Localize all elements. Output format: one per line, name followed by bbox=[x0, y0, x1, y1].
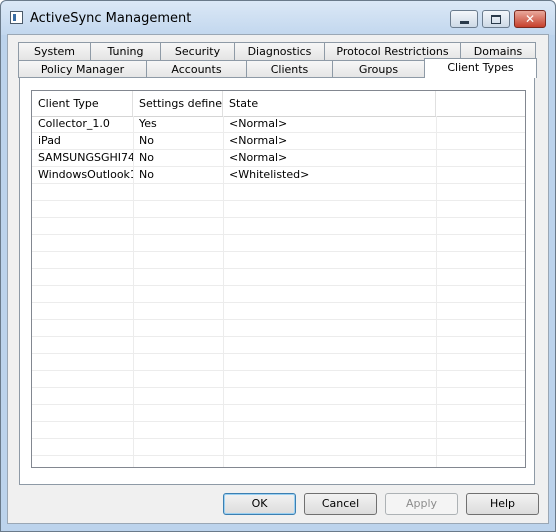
window-title: ActiveSync Management bbox=[30, 11, 192, 26]
empty-row bbox=[32, 269, 525, 286]
column-header-client-type[interactable]: Client Type bbox=[32, 91, 133, 116]
empty-row bbox=[32, 371, 525, 388]
tab-system[interactable]: System bbox=[18, 42, 91, 60]
title-bar[interactable]: ActiveSync Management ✕ bbox=[1, 1, 555, 35]
column-header-filler bbox=[436, 91, 525, 116]
table-row[interactable]: iPad No <Normal> bbox=[32, 133, 525, 150]
minimize-icon bbox=[459, 20, 469, 24]
cell-settings-defined: Yes bbox=[139, 117, 157, 130]
empty-row bbox=[32, 388, 525, 405]
table-row[interactable]: SAMSUNGSGHI747 No <Normal> bbox=[32, 150, 525, 167]
empty-row bbox=[32, 252, 525, 269]
maximize-icon bbox=[491, 14, 501, 24]
empty-row bbox=[32, 286, 525, 303]
table-row[interactable]: Collector_1.0 Yes <Normal> bbox=[32, 116, 525, 133]
app-icon bbox=[10, 11, 23, 24]
client-types-list[interactable]: Client Type Settings defined State Colle… bbox=[31, 90, 526, 468]
cell-client-type: SAMSUNGSGHI747 bbox=[38, 151, 133, 164]
column-header-settings-defined[interactable]: Settings defined bbox=[133, 91, 223, 116]
apply-button[interactable]: Apply bbox=[385, 493, 458, 515]
cell-state: <Normal> bbox=[229, 134, 288, 147]
close-button[interactable]: ✕ bbox=[514, 10, 546, 28]
ok-button[interactable]: OK bbox=[223, 493, 296, 515]
cell-client-type: WindowsOutlook15 bbox=[38, 168, 133, 181]
column-header-state[interactable]: State bbox=[223, 91, 436, 116]
cell-settings-defined: No bbox=[139, 168, 154, 181]
cell-settings-defined: No bbox=[139, 134, 154, 147]
tab-policy-manager[interactable]: Policy Manager bbox=[18, 60, 147, 78]
empty-row bbox=[32, 184, 525, 201]
close-icon: ✕ bbox=[524, 12, 536, 26]
minimize-button[interactable] bbox=[450, 10, 478, 28]
help-button[interactable]: Help bbox=[466, 493, 539, 515]
empty-row bbox=[32, 320, 525, 337]
cell-state: <Normal> bbox=[229, 151, 288, 164]
empty-row bbox=[32, 354, 525, 371]
tab-accounts[interactable]: Accounts bbox=[146, 60, 247, 78]
cancel-button[interactable]: Cancel bbox=[304, 493, 377, 515]
maximize-button[interactable] bbox=[482, 10, 510, 28]
tab-client-types[interactable]: Client Types bbox=[424, 58, 537, 78]
tab-groups[interactable]: Groups bbox=[332, 60, 425, 78]
empty-row bbox=[32, 201, 525, 218]
empty-row bbox=[32, 422, 525, 439]
cell-state: <Normal> bbox=[229, 117, 288, 130]
table-row[interactable]: WindowsOutlook15 No <Whitelisted> bbox=[32, 167, 525, 184]
empty-row bbox=[32, 439, 525, 456]
cell-client-type: iPad bbox=[38, 134, 61, 147]
list-header: Client Type Settings defined State bbox=[32, 91, 525, 117]
tab-clients[interactable]: Clients bbox=[246, 60, 333, 78]
tab-diagnostics[interactable]: Diagnostics bbox=[234, 42, 325, 60]
empty-row bbox=[32, 235, 525, 252]
tab-security[interactable]: Security bbox=[160, 42, 235, 60]
tab-tuning[interactable]: Tuning bbox=[90, 42, 161, 60]
cell-client-type: Collector_1.0 bbox=[38, 117, 110, 130]
cell-settings-defined: No bbox=[139, 151, 154, 164]
cell-state: <Whitelisted> bbox=[229, 168, 310, 181]
empty-row bbox=[32, 218, 525, 235]
empty-row bbox=[32, 303, 525, 320]
empty-row bbox=[32, 337, 525, 354]
empty-row bbox=[32, 405, 525, 422]
